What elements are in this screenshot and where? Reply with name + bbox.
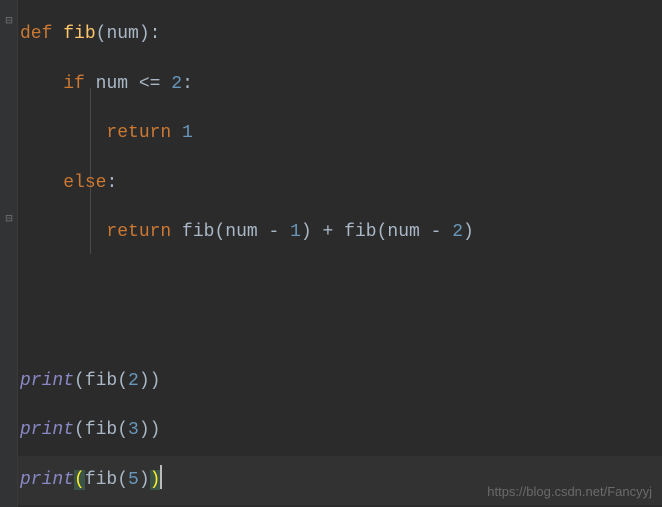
code-line-4[interactable]: else:	[18, 159, 662, 209]
code-editor[interactable]: def fib(num): if num <= 2: return 1 else…	[18, 0, 662, 505]
editor-gutter: ⊟ ⊟	[0, 0, 18, 507]
code-line-2[interactable]: if num <= 2:	[18, 60, 662, 110]
code-line-3[interactable]: return 1	[18, 109, 662, 159]
code-line-blank[interactable]	[18, 307, 662, 357]
builtin-print: print	[20, 470, 74, 490]
text-cursor	[160, 465, 162, 489]
paren-match-open: (	[74, 470, 85, 490]
keyword-else: else	[63, 173, 106, 193]
code-line-blank[interactable]	[18, 258, 662, 308]
code-line-5[interactable]: return fib(num - 1) + fib(num - 2)	[18, 208, 662, 258]
code-line-6[interactable]: print(fib(2))	[18, 357, 662, 407]
keyword-return: return	[106, 123, 171, 143]
keyword-return: return	[106, 222, 171, 242]
paren-match-close: )	[150, 470, 161, 490]
keyword-if: if	[63, 74, 85, 94]
fold-indicator-bottom[interactable]: ⊟	[2, 212, 16, 226]
keyword-def: def	[20, 24, 52, 44]
code-line-7[interactable]: print(fib(3))	[18, 406, 662, 456]
function-name: fib	[63, 24, 95, 44]
watermark-text: https://blog.csdn.net/Fancyyj	[487, 484, 652, 499]
builtin-print: print	[20, 371, 74, 391]
builtin-print: print	[20, 420, 74, 440]
fold-indicator-top[interactable]: ⊟	[2, 14, 16, 28]
code-line-1[interactable]: def fib(num):	[18, 10, 662, 60]
